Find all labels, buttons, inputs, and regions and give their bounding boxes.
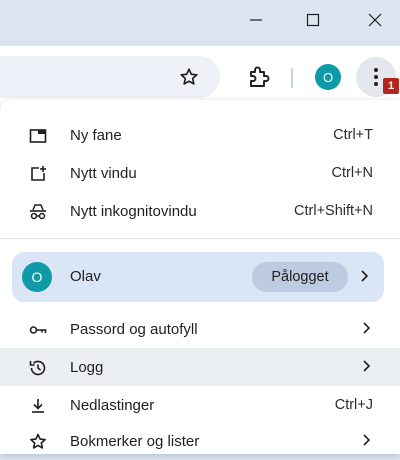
maximize-button[interactable] — [290, 0, 336, 40]
signed-in-status-pill[interactable]: Pålogget — [252, 262, 348, 292]
menu-separator — [0, 238, 400, 239]
history-icon — [29, 360, 46, 376]
incognito-icon — [30, 204, 46, 220]
menu-item-label: Nytt inkognitovindu — [70, 202, 197, 220]
menu-item-label: Bokmerker og lister — [70, 432, 200, 450]
menu-item-passwords-autofill[interactable]: Passord og autofyll — [0, 310, 400, 348]
chevron-right-icon — [363, 360, 370, 372]
more-vert-icon — [374, 68, 378, 86]
menu-item-shortcut: Ctrl+N — [331, 165, 374, 181]
menu-item-label: Nytt vindu — [70, 164, 137, 182]
profile-name: Olav — [70, 268, 101, 285]
maximize-icon — [306, 13, 320, 27]
menu-item-label: Passord og autofyll — [70, 320, 198, 338]
menu-item-bookmarks-lists[interactable]: Bokmerker og lister — [0, 422, 400, 460]
menu-item-new-incognito-window[interactable]: Nytt inkognitovindu Ctrl+Shift+N — [0, 192, 400, 230]
chevron-right-icon — [363, 434, 370, 446]
profile-avatar-initial: O — [31, 269, 43, 285]
close-icon — [368, 13, 382, 27]
menu-item-downloads[interactable]: Nedlastinger Ctrl+J — [0, 386, 400, 424]
close-window-button[interactable] — [352, 0, 398, 40]
profile-initial: O — [322, 69, 334, 85]
star-icon — [30, 433, 46, 449]
toolbar-divider — [291, 68, 293, 88]
chrome-app-menu: Ny fane Ctrl+T Nytt vindu Ctrl+N Nytt in… — [0, 100, 400, 454]
menu-item-shortcut: Ctrl+J — [334, 397, 373, 413]
new-tab-icon — [29, 129, 47, 143]
profile-row[interactable]: O Olav Pålogget — [12, 252, 384, 302]
menu-item-shortcut: Ctrl+T — [333, 127, 373, 143]
bookmark-star-icon[interactable] — [178, 66, 200, 88]
chevron-right-icon — [363, 322, 370, 334]
menu-item-label: Ny fane — [70, 126, 122, 144]
download-icon — [32, 399, 44, 413]
title-bar — [0, 0, 400, 46]
extensions-puzzle-icon[interactable] — [246, 64, 272, 90]
profile-avatar: O — [22, 262, 52, 292]
menu-item-label: Logg — [70, 358, 104, 376]
new-window-icon — [31, 166, 46, 181]
profile-avatar-button[interactable]: O — [315, 64, 341, 90]
menu-item-new-window[interactable]: Nytt vindu Ctrl+N — [0, 154, 400, 192]
minimize-icon — [250, 19, 262, 21]
update-badge: 1 — [383, 78, 399, 94]
chevron-right-icon — [361, 270, 368, 282]
menu-item-new-tab[interactable]: Ny fane Ctrl+T — [0, 116, 400, 154]
menu-item-label: Nedlastinger — [70, 396, 155, 414]
minimize-button[interactable] — [233, 0, 279, 40]
menu-item-shortcut: Ctrl+Shift+N — [294, 203, 373, 219]
menu-item-history[interactable]: Logg — [0, 348, 400, 386]
key-icon — [29, 326, 47, 334]
